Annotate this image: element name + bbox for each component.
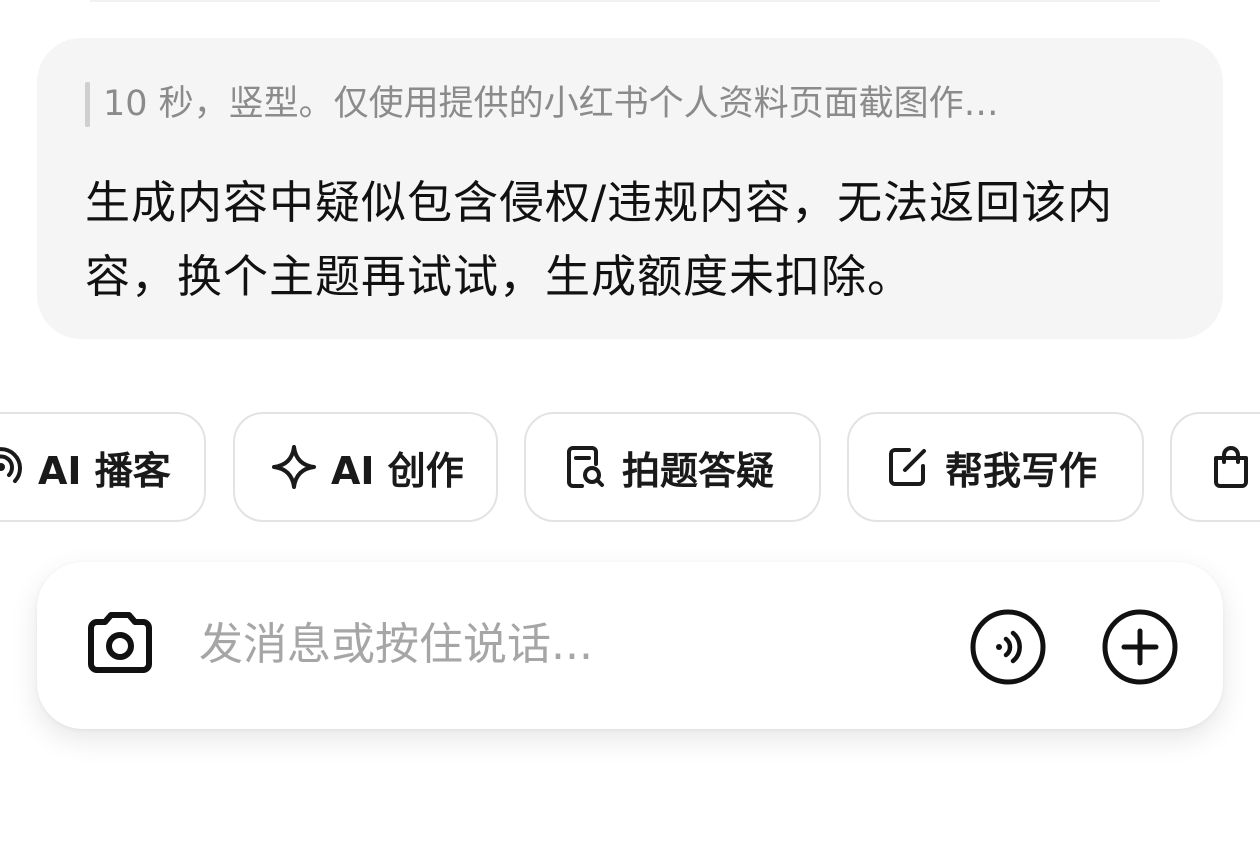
doc-search-icon xyxy=(562,444,608,490)
chip-shopping[interactable] xyxy=(1170,412,1260,522)
assistant-message-card: 10 秒，竖型。仅使用提供的小红书个人资料页面截图作… 生成内容中疑似包含侵权/… xyxy=(37,38,1223,339)
chip-help-write[interactable]: 帮我写作 xyxy=(847,412,1144,522)
podcast-icon xyxy=(0,444,24,490)
chip-label: 帮我写作 xyxy=(945,448,1098,493)
quick-action-chips: AI 播客 AI 创作 拍题答疑 帮我写作 xyxy=(0,412,1260,526)
assistant-reply-text: 生成内容中疑似包含侵权/违规内容，无法返回该内容，换个主题再试试，生成额度未扣除… xyxy=(85,176,1114,303)
divider xyxy=(90,0,1160,2)
chip-photo-answer[interactable]: 拍题答疑 xyxy=(524,412,821,522)
camera-button[interactable] xyxy=(83,609,157,681)
camera-icon xyxy=(83,610,157,680)
shopping-bag-icon xyxy=(1208,444,1254,490)
sparkle-icon xyxy=(271,444,317,490)
chip-ai-create[interactable]: AI 创作 xyxy=(233,412,498,522)
chip-label: AI 播客 xyxy=(38,448,171,493)
message-input[interactable]: 发消息或按住说话... xyxy=(199,612,593,678)
plus-circle-icon xyxy=(1101,609,1179,690)
chip-label: AI 创作 xyxy=(331,448,464,493)
quote-bar xyxy=(85,82,90,127)
voice-icon xyxy=(969,609,1047,690)
chip-ai-podcast[interactable]: AI 播客 xyxy=(0,412,206,522)
chip-label: 拍题答疑 xyxy=(622,448,775,493)
edit-icon xyxy=(885,444,931,490)
message-input-bar: 发消息或按住说话... xyxy=(37,562,1223,729)
quoted-prompt[interactable]: 10 秒，竖型。仅使用提供的小红书个人资料页面截图作… xyxy=(103,80,1163,128)
add-button[interactable] xyxy=(1101,608,1179,686)
voice-button[interactable] xyxy=(969,608,1047,686)
